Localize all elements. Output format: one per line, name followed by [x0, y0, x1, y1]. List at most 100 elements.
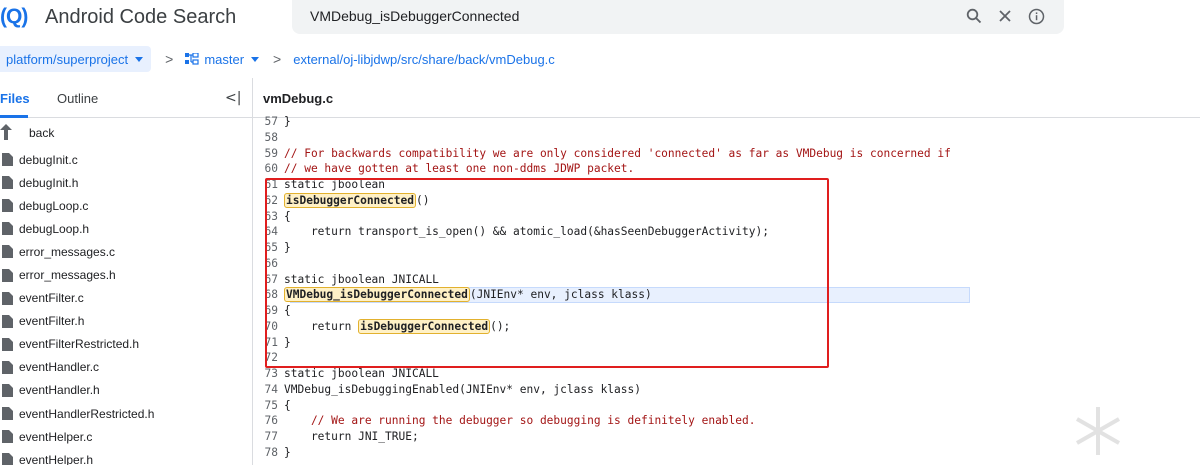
line-number[interactable]: 65: [253, 240, 284, 256]
file-item[interactable]: eventHelper.c: [0, 425, 252, 448]
file-icon: [2, 268, 13, 282]
line-number[interactable]: 75: [253, 398, 284, 414]
line-number[interactable]: 59: [253, 146, 284, 162]
search-icon[interactable]: [964, 6, 984, 26]
file-icon: [2, 430, 13, 444]
top-header: (Q) Android Code Search VMDebug_isDebugg…: [0, 0, 1200, 41]
match-highlight[interactable]: isDebuggerConnected: [284, 192, 416, 208]
file-icon: [2, 176, 13, 190]
app-logo[interactable]: (Q) Android Code Search: [0, 4, 236, 30]
line-number[interactable]: 57: [253, 114, 284, 130]
code-line: 63{: [253, 209, 1200, 225]
code-line: 60// we have gotten at least one non-ddm…: [253, 161, 1200, 177]
file-item[interactable]: eventFilter.c: [0, 287, 252, 310]
code-line: 57}: [253, 114, 1200, 130]
line-number[interactable]: 64: [253, 224, 284, 240]
line-number[interactable]: 71: [253, 335, 284, 351]
line-number[interactable]: 70: [253, 319, 284, 335]
line-number[interactable]: 78: [253, 445, 284, 461]
code-line: 73 static jboolean JNICALL: [253, 366, 1200, 382]
clear-icon[interactable]: [995, 6, 1015, 26]
code-text: }: [284, 115, 291, 128]
back-item[interactable]: back: [0, 118, 252, 148]
code-line: 78}: [253, 445, 1200, 461]
app-title: Android Code Search: [45, 5, 237, 28]
file-title-bar: vmDebug.c: [253, 78, 1200, 118]
file-item[interactable]: eventFilter.h: [0, 310, 252, 333]
code-text: (JNIEnv* env, jclass klass): [469, 288, 652, 302]
match-highlight[interactable]: isDebuggerConnected: [358, 318, 491, 334]
line-number[interactable]: 67: [253, 272, 284, 288]
branch-selector[interactable]: master: [185, 52, 260, 67]
file-path-link[interactable]: external/oj-libjdwp/src/share/back/vmDeb…: [293, 52, 555, 67]
line-number[interactable]: 72: [253, 350, 284, 366]
file-item[interactable]: debugLoop.h: [0, 217, 252, 240]
file-name: eventFilter.h: [19, 314, 85, 329]
file-item[interactable]: debugInit.h: [0, 171, 252, 194]
code-line: 65}: [253, 240, 1200, 256]
code-line: 62 isDebuggerConnected(): [253, 192, 1200, 209]
code-text: static jboolean JNICALL: [284, 367, 439, 380]
file-item[interactable]: eventFilterRestricted.h: [0, 333, 252, 356]
file-item[interactable]: error_messages.c: [0, 240, 252, 263]
file-list: back debugInit.c debugInit.h debugLoop.c de…: [0, 118, 252, 465]
code-text: {: [284, 398, 291, 412]
file-icon: [2, 245, 13, 259]
line-number[interactable]: 76: [253, 413, 284, 429]
collapse-panel-icon[interactable]: <|: [225, 90, 241, 106]
file-icon: [2, 407, 13, 421]
tab-outline[interactable]: Outline: [57, 91, 98, 106]
line-number[interactable]: 60: [253, 161, 284, 177]
code-text: static jboolean JNICALL: [284, 272, 439, 286]
code-text: return: [284, 319, 359, 333]
breadcrumb-separator: >: [165, 51, 174, 67]
tab-files[interactable]: Files: [0, 91, 30, 106]
file-name: error_messages.c: [19, 244, 116, 259]
repo-selector[interactable]: platform/superproject: [0, 46, 152, 72]
code-line: 74 VMDebug_isDebuggingEnabled(JNIEnv* env…: [253, 382, 1200, 398]
code-text: static jboolean: [284, 178, 386, 191]
info-icon[interactable]: [1026, 6, 1046, 26]
file-item[interactable]: eventHelper.h: [0, 448, 252, 465]
search-box[interactable]: VMDebug_isDebuggerConnected: [292, 0, 1064, 34]
line-number[interactable]: 73: [253, 366, 284, 382]
match-highlight[interactable]: VMDebug_isDebuggerConnected: [284, 287, 470, 303]
code-search-logo-icon: (Q): [0, 5, 28, 28]
code-line: 68 VMDebug_isDebuggerConnected (JNIEnv* en…: [253, 287, 1200, 303]
search-input[interactable]: VMDebug_isDebuggerConnected: [310, 8, 519, 24]
code-text: ();: [490, 319, 511, 333]
file-icon: [2, 291, 13, 305]
line-number[interactable]: 66: [253, 256, 284, 272]
line-number[interactable]: 61: [253, 177, 284, 193]
file-item[interactable]: eventHandlerRestricted.h: [0, 402, 252, 425]
code-text: (): [415, 193, 430, 207]
file-name: eventHelper.h: [19, 452, 94, 465]
line-number[interactable]: 74: [253, 382, 284, 398]
breadcrumb-separator: >: [273, 51, 282, 67]
file-item[interactable]: debugInit.c: [0, 148, 252, 171]
file-name: debugLoop.h: [19, 221, 90, 236]
code-line: 64 return transport_is_open() && atomic_…: [253, 224, 1200, 240]
file-item[interactable]: eventHandler.c: [0, 356, 252, 379]
file-name: debugInit.h: [19, 175, 79, 190]
file-icon: [2, 222, 13, 236]
code-text: return JNI_TRUE;: [284, 430, 419, 443]
file-name: eventHandler.h: [19, 383, 100, 398]
file-name: eventHelper.c: [19, 429, 93, 444]
line-number[interactable]: 62: [253, 193, 284, 209]
file-item[interactable]: debugLoop.c: [0, 194, 252, 217]
file-icon: [2, 453, 13, 465]
line-number[interactable]: 68: [253, 287, 284, 303]
file-item[interactable]: eventHandler.h: [0, 379, 252, 402]
file-title: vmDebug.c: [263, 91, 334, 106]
file-item[interactable]: error_messages.h: [0, 263, 252, 286]
line-number[interactable]: 69: [253, 303, 284, 319]
code-viewer: vmDebug.c 57} 58 59// For backwards compat…: [253, 78, 1200, 465]
file-icon: [2, 337, 13, 351]
panel-tabs: Files Outline <|: [0, 78, 252, 118]
line-number[interactable]: 63: [253, 209, 284, 225]
line-number[interactable]: 58: [253, 130, 284, 146]
back-arrow-icon: [0, 124, 16, 142]
line-number[interactable]: 77: [253, 429, 284, 445]
code-text: {: [284, 209, 291, 223]
